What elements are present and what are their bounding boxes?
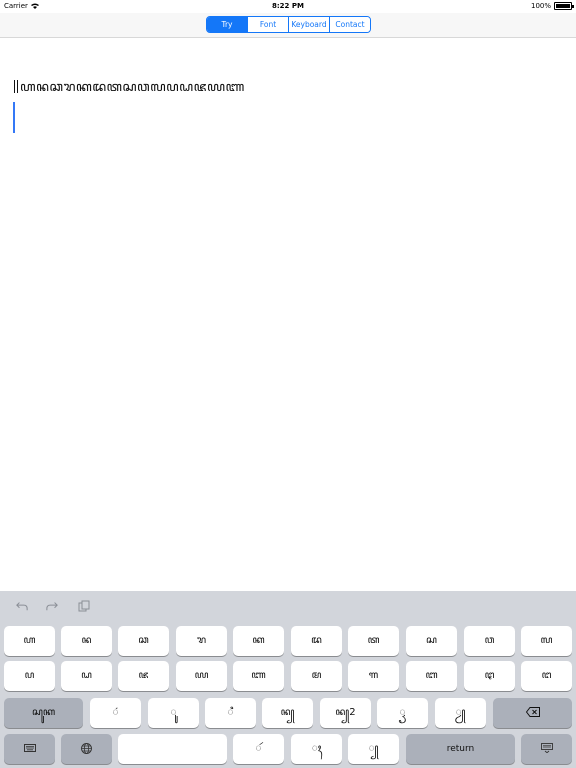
battery-percent: 100% bbox=[530, 2, 551, 10]
key-ra[interactable]: ꦫ bbox=[176, 626, 227, 656]
backspace-icon bbox=[525, 707, 540, 717]
keyboard-icon bbox=[23, 744, 36, 752]
key-pangkon-2[interactable]: ꦤ꧀2 bbox=[320, 698, 371, 728]
key-pangkon-3[interactable]: ꧀ bbox=[348, 734, 399, 764]
key-ta[interactable]: ꦠ bbox=[348, 626, 399, 656]
globe-icon bbox=[81, 742, 92, 754]
battery-icon bbox=[554, 2, 574, 10]
paste-icon[interactable] bbox=[78, 600, 90, 612]
key-tha[interactable]: ꦛ bbox=[464, 661, 515, 691]
key-pa[interactable]: ꦥ bbox=[4, 661, 55, 691]
key-ya[interactable]: ꦪ bbox=[176, 661, 227, 691]
key-wulu[interactable]: ꦶ bbox=[205, 698, 256, 728]
keyboard-switch-key[interactable] bbox=[4, 734, 55, 764]
delete-key[interactable] bbox=[493, 698, 572, 728]
tab-keyboard[interactable]: Keyboard bbox=[288, 17, 329, 32]
dismiss-keyboard-key[interactable] bbox=[521, 734, 572, 764]
key-dha[interactable]: ꦝ bbox=[61, 661, 112, 691]
key-pengkal[interactable]: ꦽ bbox=[377, 698, 428, 728]
key-da[interactable]: ꦢ bbox=[291, 626, 342, 656]
key-na[interactable]: ꦤ bbox=[61, 626, 112, 656]
pada-lingsa-mark bbox=[14, 80, 18, 93]
key-nya[interactable]: ꦚ bbox=[233, 661, 284, 691]
shift-key[interactable]: ꦱꦸꦏ bbox=[4, 698, 83, 728]
hide-keyboard-icon bbox=[540, 743, 553, 754]
key-wignyan[interactable]: ꦃ bbox=[291, 734, 342, 764]
key-wa[interactable]: ꦮ bbox=[464, 626, 515, 656]
key-suku[interactable]: ꦸ bbox=[148, 698, 199, 728]
return-key[interactable]: return bbox=[406, 734, 515, 764]
key-sa[interactable]: ꦱ bbox=[406, 626, 457, 656]
text-caret bbox=[13, 102, 15, 133]
tab-contact[interactable]: Contact bbox=[329, 17, 370, 32]
undo-icon[interactable] bbox=[16, 600, 28, 612]
key-ja[interactable]: ꦗ bbox=[118, 661, 169, 691]
battery-group: 100% bbox=[530, 2, 574, 10]
key-ha[interactable]: ꦲ bbox=[4, 626, 55, 656]
status-bar: Carrier 8:22 PM 100% bbox=[0, 0, 576, 13]
key-cecak[interactable]: ꦁ bbox=[90, 698, 141, 728]
globe-key[interactable] bbox=[61, 734, 112, 764]
editor-text-line: ꦲꦤꦕꦫꦏꦢꦠꦱꦮꦭꦥꦝꦗꦪꦚ bbox=[14, 76, 245, 103]
tab-try[interactable]: Try bbox=[207, 17, 247, 32]
key-ca[interactable]: ꦕ bbox=[118, 626, 169, 656]
key-ka[interactable]: ꦏ bbox=[233, 626, 284, 656]
space-key[interactable] bbox=[118, 734, 227, 764]
clock: 8:22 PM bbox=[272, 2, 304, 10]
redo-icon[interactable] bbox=[46, 600, 58, 612]
segmented-control: Try Font Keyboard Contact bbox=[206, 16, 371, 33]
nav-bar: Try Font Keyboard Contact bbox=[0, 13, 576, 38]
key-layar[interactable]: ꦂ bbox=[233, 734, 284, 764]
key-ba[interactable]: ꦧ bbox=[406, 661, 457, 691]
text-editor[interactable]: ꦲꦤꦕꦫꦏꦢꦠꦱꦮꦭꦥꦝꦗꦪꦚ bbox=[0, 38, 576, 591]
key-la[interactable]: ꦭ bbox=[521, 626, 572, 656]
key-nga[interactable]: ꦔ bbox=[521, 661, 572, 691]
editor-text: ꦲꦤꦕꦫꦏꦢꦠꦱꦮꦭꦥꦝꦗꦪꦚ bbox=[20, 80, 245, 95]
keyboard: ꦲ ꦤ ꦕ ꦫ ꦏ ꦢ ꦠ ꦱ ꦮ ꦭ ꦥ ꦝ ꦗ ꦪ ꦚ ꦩ ꦒ ꦧ ꦛ ꦔ … bbox=[0, 591, 576, 768]
key-pangkon[interactable]: ꦤ꧀ bbox=[262, 698, 313, 728]
tab-font[interactable]: Font bbox=[247, 17, 288, 32]
keyboard-toolbar bbox=[0, 591, 576, 621]
key-ga[interactable]: ꦒ bbox=[348, 661, 399, 691]
key-ma[interactable]: ꦩ bbox=[291, 661, 342, 691]
key-cakra[interactable]: ꦾ bbox=[435, 698, 486, 728]
